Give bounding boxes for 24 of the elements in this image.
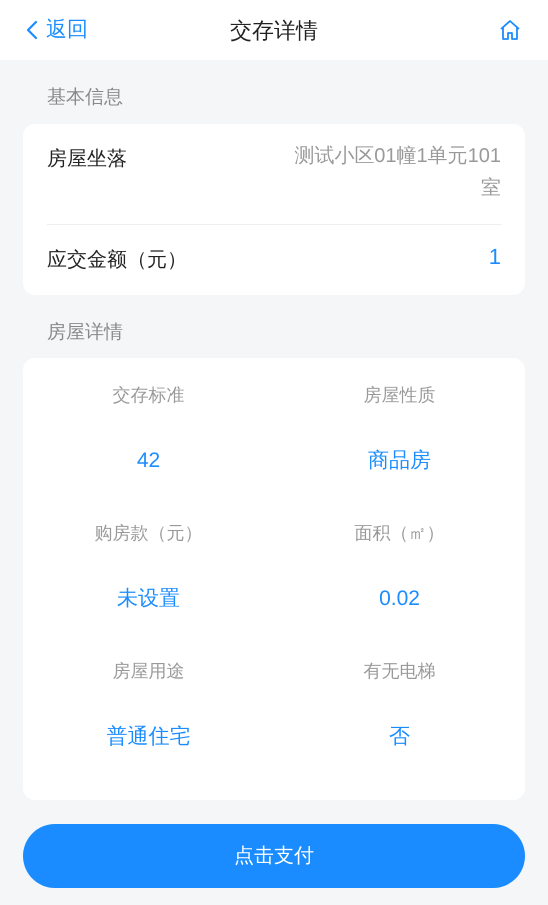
detail-value: 0.02	[379, 586, 420, 612]
detail-value: 普通住宅	[106, 724, 190, 750]
detail-label: 面积（㎡）	[354, 522, 444, 545]
info-value: 测试小区01幢1单元101室	[293, 144, 501, 200]
info-value: 1	[488, 242, 501, 270]
detail-label: 购房款（元）	[94, 522, 202, 545]
home-icon	[498, 18, 522, 42]
back-button[interactable]: 返回	[26, 14, 88, 46]
section-title: 房屋详情	[46, 320, 124, 344]
info-label: 应交金额（元）	[47, 248, 187, 272]
detail-label: 房屋用途	[112, 660, 184, 683]
detail-value: 否	[389, 724, 410, 750]
chevron-left-icon	[26, 20, 38, 40]
detail-label: 交存标准	[112, 384, 184, 407]
detail-label: 房屋性质	[364, 384, 436, 407]
pay-button[interactable]: 点击支付	[23, 824, 525, 888]
detail-value: 42	[136, 448, 160, 474]
page-title: 交存详情	[230, 16, 318, 44]
detail-value: 商品房	[368, 448, 431, 474]
detail-label: 有无电梯	[364, 660, 436, 683]
home-button[interactable]	[498, 18, 522, 42]
info-label: 房屋坐落	[47, 146, 127, 172]
section-title: 基本信息	[46, 86, 124, 110]
detail-value: 未设置	[117, 586, 180, 612]
